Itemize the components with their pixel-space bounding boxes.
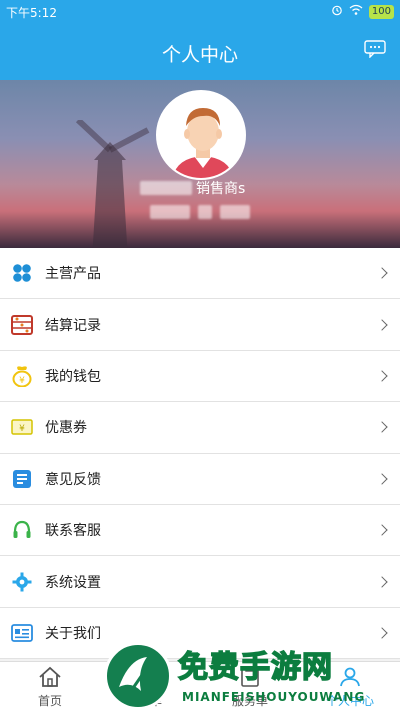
menu-label: 结算记录 — [45, 317, 101, 334]
tab-home[interactable]: 首页 — [0, 662, 100, 713]
profile-name-suffix: 销售商s — [196, 181, 246, 197]
menu-label: 主营产品 — [45, 266, 101, 283]
menu-item-about[interactable]: 关于我们 — [0, 607, 400, 660]
menu-item-settlement[interactable]: 结算记录 — [0, 299, 400, 351]
chevron-right-icon — [376, 524, 388, 536]
profile-banner: 销售商s — [0, 80, 400, 248]
redacted-name — [140, 181, 192, 195]
wallet-icon: ¥ — [11, 365, 33, 387]
page-title: 个人中心 — [161, 44, 238, 66]
menu-item-wallet[interactable]: ¥ 我的钱包 — [0, 350, 400, 403]
headset-icon — [11, 519, 33, 541]
menu-label: 意见反馈 — [45, 471, 101, 488]
menu-item-settings[interactable]: 系统设置 — [0, 556, 400, 608]
chevron-right-icon — [376, 370, 388, 382]
status-icons: 100 — [331, 4, 394, 19]
menu-label: 联系客服 — [45, 523, 101, 540]
bottom-tab-bar: 首页 订单 服务单 个人中心 — [0, 661, 400, 713]
tab-label: 首页 — [37, 694, 62, 708]
wifi-icon — [349, 4, 363, 19]
home-icon — [37, 666, 63, 688]
gear-icon — [11, 571, 33, 593]
title-bar: 个人中心 — [0, 24, 400, 80]
battery-indicator: 100 — [368, 4, 394, 19]
svg-text:¥: ¥ — [19, 376, 25, 386]
status-bar: 下午5:12 100 — [0, 0, 400, 24]
tab-label: 服务单 — [231, 694, 268, 708]
tab-service[interactable]: 服务单 — [200, 662, 300, 713]
svg-text:¥: ¥ — [19, 424, 25, 434]
tab-orders[interactable]: 订单 — [100, 662, 200, 713]
menu-item-coupon[interactable]: ¥ 优惠券 — [0, 402, 400, 454]
redacted-id-part3 — [220, 205, 250, 219]
menu-item-customer-service[interactable]: 联系客服 — [0, 504, 400, 557]
feedback-icon — [11, 468, 33, 490]
avatar-icon — [158, 92, 244, 178]
order-icon — [137, 666, 163, 688]
menu-label: 系统设置 — [45, 574, 101, 591]
windmill-background — [75, 120, 150, 248]
menu-item-products[interactable]: 主营产品 — [0, 248, 400, 300]
coupon-icon: ¥ — [11, 416, 33, 438]
menu-list: 主营产品 结算记录 ¥ 我的钱包 ¥ 优惠券 意见反馈 联系客服 系统设置 关于… — [0, 248, 400, 660]
chevron-right-icon — [376, 267, 388, 279]
chevron-right-icon — [376, 575, 388, 588]
menu-label: 我的钱包 — [45, 368, 101, 385]
chevron-right-icon — [376, 318, 388, 331]
menu-label: 关于我们 — [45, 625, 101, 642]
redacted-id-part2 — [198, 205, 212, 219]
menu-item-feedback[interactable]: 意见反馈 — [0, 453, 400, 505]
tab-label: 订单 — [137, 694, 162, 708]
status-time: 下午5:12 — [6, 6, 57, 20]
alarm-icon — [331, 4, 343, 19]
profile-id — [150, 204, 260, 220]
avatar[interactable] — [156, 90, 246, 180]
chevron-right-icon — [376, 421, 388, 434]
about-icon — [11, 622, 33, 644]
profile-icon — [337, 666, 363, 688]
redacted-id-part1 — [150, 205, 190, 219]
message-icon[interactable] — [364, 40, 386, 59]
tab-label: 个人中心 — [325, 694, 374, 708]
chevron-right-icon — [376, 627, 388, 639]
chevron-right-icon — [376, 473, 388, 485]
tab-profile[interactable]: 个人中心 — [300, 662, 400, 713]
abacus-icon — [11, 314, 33, 336]
menu-label: 优惠券 — [45, 420, 87, 437]
service-icon — [237, 666, 263, 688]
products-icon — [11, 262, 33, 284]
profile-name: 销售商s — [140, 178, 310, 198]
